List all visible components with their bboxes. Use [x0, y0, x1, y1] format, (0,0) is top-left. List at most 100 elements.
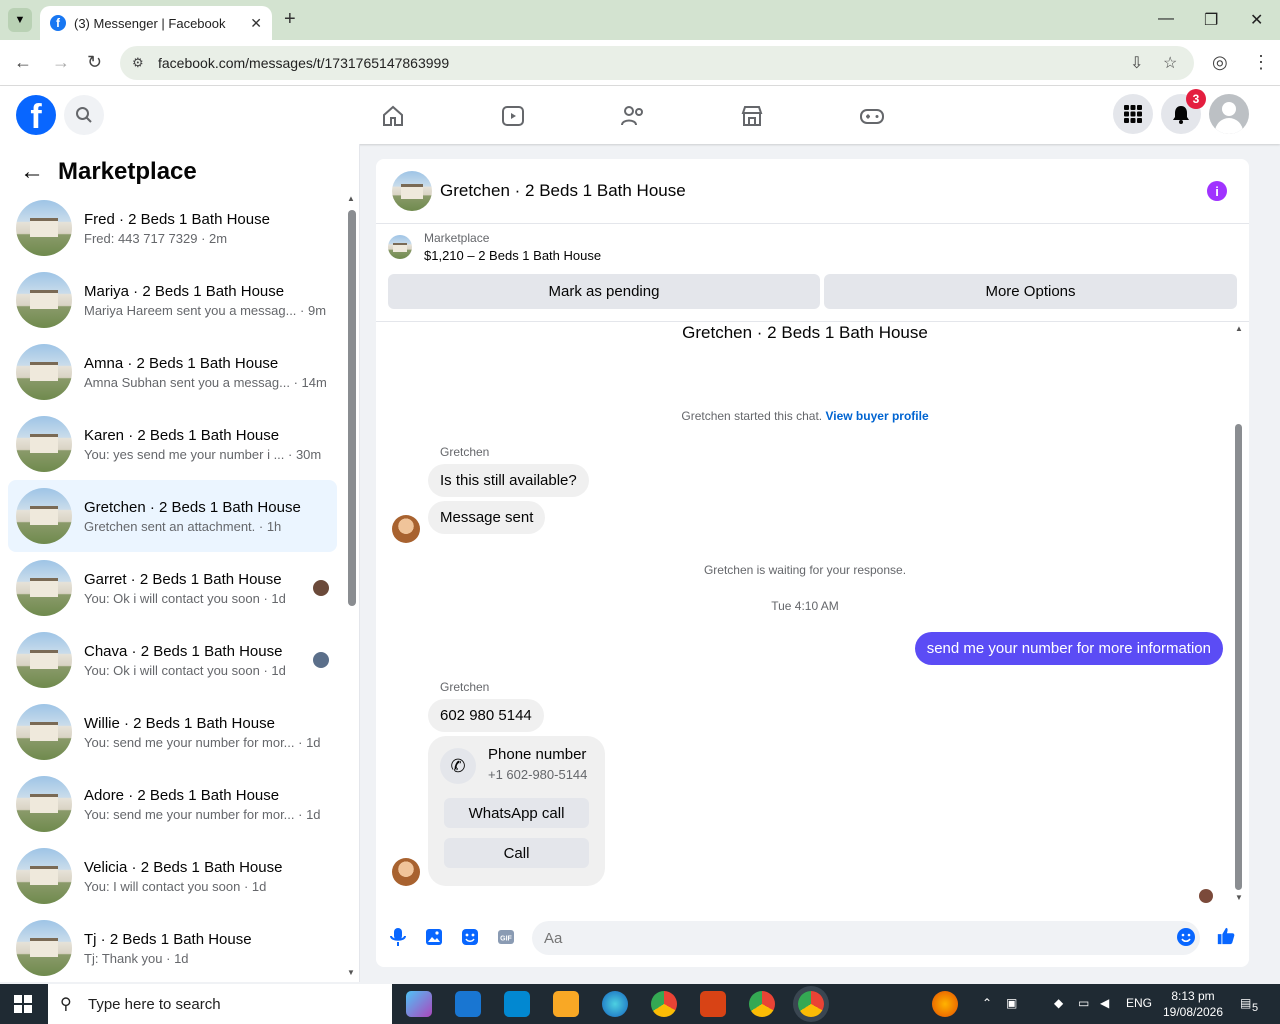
conversation-item[interactable]: Garret · 2 Beds 1 Bath House You: Ok i wi… — [8, 552, 337, 624]
app-icon[interactable] — [700, 991, 726, 1017]
conversation-item[interactable]: Chava · 2 Beds 1 Bath House You: Ok i wil… — [8, 624, 337, 696]
sidebar-scrollbar[interactable] — [348, 210, 356, 606]
nvidia-icon[interactable]: ◆ — [1054, 996, 1063, 1010]
tray-chevron-icon[interactable]: ⌃ — [982, 996, 992, 1010]
tab-search-button[interactable]: ▼ — [8, 8, 32, 32]
sticker-icon[interactable] — [460, 927, 480, 947]
outlook-icon[interactable] — [455, 991, 481, 1017]
search-button[interactable] — [64, 95, 104, 135]
volume-icon[interactable]: ◀ — [1100, 996, 1109, 1010]
mark-pending-button[interactable]: Mark as pending — [388, 274, 820, 309]
account-avatar[interactable] — [1209, 94, 1249, 134]
listing-avatar — [16, 272, 72, 328]
conversation-item[interactable]: Gretchen · 2 Beds 1 Bath House Gretchen s… — [8, 480, 337, 552]
incoming-message[interactable]: 602 980 5144 — [428, 699, 544, 732]
facebook-logo-icon[interactable]: f — [16, 95, 56, 135]
started-text: Gretchen started this chat. — [681, 409, 823, 423]
facebook-favicon-icon: f — [50, 15, 66, 31]
edge-icon[interactable] — [602, 991, 628, 1017]
video-icon[interactable] — [500, 103, 526, 129]
conversation-title: Gretchen · 2 Beds 1 Bath House — [682, 323, 928, 342]
listing-avatar — [16, 848, 72, 904]
info-icon[interactable]: i — [1207, 181, 1227, 201]
conversation-name: Velicia · 2 Beds 1 Bath House — [84, 858, 283, 876]
menu-grid-button[interactable] — [1113, 94, 1153, 134]
scroll-down-icon[interactable]: ▼ — [347, 968, 355, 977]
conversation-item[interactable]: Velicia · 2 Beds 1 Bath House You: I will… — [8, 840, 337, 912]
store-icon[interactable] — [504, 991, 530, 1017]
network-icon[interactable]: ▭ — [1078, 996, 1089, 1010]
copilot-icon[interactable] — [406, 991, 432, 1017]
marketplace-icon[interactable] — [739, 103, 765, 129]
tray-app-icon[interactable]: ▣ — [1006, 996, 1017, 1010]
waiting-notice: Gretchen is waiting for your response. — [703, 563, 907, 577]
friends-icon[interactable] — [620, 103, 646, 129]
forward-icon[interactable]: → — [52, 52, 70, 73]
home-icon[interactable] — [380, 103, 406, 129]
browser-tab[interactable]: f (3) Messenger | Facebook ✕ — [40, 6, 272, 40]
address-bar-row: ← → ↻ ⚙ facebook.com/messages/t/17317651… — [0, 40, 1280, 86]
divider — [376, 321, 1249, 322]
menu-kebab-icon[interactable]: ⋮ — [1252, 52, 1270, 73]
conversation-item[interactable]: Adore · 2 Beds 1 Bath House You: send me … — [8, 768, 337, 840]
conversation-item[interactable]: Willie · 2 Beds 1 Bath House You: send me… — [8, 696, 337, 768]
chrome-active-icon[interactable] — [798, 991, 824, 1017]
minimize-icon[interactable]: — — [1158, 10, 1174, 28]
scroll-up-icon[interactable]: ▲ — [347, 194, 355, 203]
view-buyer-profile-link[interactable]: View buyer profile — [825, 409, 928, 423]
notification-center-icon[interactable]: ▤ — [1240, 996, 1251, 1010]
close-tab-icon[interactable]: ✕ — [250, 15, 262, 32]
url-field[interactable]: ⚙ facebook.com/messages/t/17317651478639… — [120, 46, 1194, 80]
profile-icon[interactable]: ◎ — [1212, 52, 1228, 73]
conversation-item[interactable]: Amna · 2 Beds 1 Bath House Amna Subhan se… — [8, 336, 337, 408]
listing-thumbnail[interactable] — [392, 171, 432, 211]
back-icon[interactable]: ← — [14, 52, 32, 73]
reload-icon[interactable]: ↻ — [87, 52, 102, 73]
close-window-icon[interactable]: ✕ — [1250, 10, 1263, 30]
scroll-up-icon[interactable]: ▲ — [1235, 324, 1243, 333]
more-options-button[interactable]: More Options — [824, 274, 1237, 309]
windows-start-icon[interactable] — [14, 995, 32, 1013]
file-explorer-icon[interactable] — [553, 991, 579, 1017]
tab-title: (3) Messenger | Facebook — [74, 15, 226, 31]
install-app-icon[interactable]: ⇩ — [1130, 53, 1143, 73]
incoming-message[interactable]: Is this still available? — [428, 464, 589, 497]
message-input[interactable] — [532, 921, 1200, 955]
emoji-icon[interactable] — [1176, 927, 1196, 947]
browser-tab-strip: ▼ f (3) Messenger | Facebook ✕ + — ❐ ✕ — [0, 0, 1280, 40]
site-info-icon[interactable]: ⚙ — [132, 55, 144, 71]
taskbar-search[interactable]: ⚲ Type here to search — [48, 984, 392, 1024]
language-indicator[interactable]: ENG — [1126, 996, 1152, 1010]
listing-summary[interactable]: Marketplace $1,210 – 2 Beds 1 Bath House — [388, 231, 601, 263]
scroll-down-icon[interactable]: ▼ — [1235, 893, 1243, 902]
contact-avatar[interactable] — [392, 515, 420, 543]
outgoing-message[interactable]: send me your number for more information — [914, 632, 1223, 665]
conversation-item[interactable]: Tj · 2 Beds 1 Bath House Tj: Thank you · … — [8, 912, 337, 982]
chrome-icon[interactable] — [651, 991, 677, 1017]
microphone-icon[interactable] — [388, 927, 408, 947]
chat-panel: Gretchen · 2 Beds 1 Bath House i Marketp… — [376, 159, 1249, 967]
conversation-item[interactable]: Mariya · 2 Beds 1 Bath House Mariya Haree… — [8, 264, 337, 336]
conversation-name: Adore · 2 Beds 1 Bath House — [84, 786, 280, 804]
gaming-icon[interactable] — [859, 103, 885, 129]
contact-avatar[interactable] — [392, 858, 420, 886]
conversation-item[interactable]: Fred · 2 Beds 1 Bath House Fred: 443 717 … — [8, 192, 337, 264]
whatsapp-call-button[interactable]: WhatsApp call — [444, 798, 589, 828]
photo-icon[interactable] — [424, 927, 444, 947]
new-tab-button[interactable]: + — [284, 8, 296, 31]
chat-title[interactable]: Gretchen · 2 Beds 1 Bath House — [440, 181, 686, 201]
bookmark-star-icon[interactable]: ☆ — [1163, 53, 1177, 73]
gif-icon[interactable]: GIF — [496, 927, 516, 947]
incoming-message[interactable]: Message sent — [428, 501, 546, 534]
conversation-item[interactable]: Karen · 2 Beds 1 Bath House You: yes send… — [8, 408, 337, 480]
restore-icon[interactable]: ❐ — [1204, 10, 1218, 30]
chat-scrollbar[interactable] — [1235, 424, 1242, 890]
chrome-profile-icon[interactable] — [749, 991, 775, 1017]
call-button[interactable]: Call — [444, 838, 589, 868]
thumbs-up-icon[interactable] — [1216, 926, 1236, 946]
conversation-sidebar: ← Marketplace Fred · 2 Beds 1 Bath House… — [0, 144, 360, 982]
back-arrow-icon[interactable]: ← — [20, 158, 44, 186]
system-clock[interactable]: 8:13 pm 19/08/2026 — [1158, 988, 1228, 1020]
svg-text:GIF: GIF — [500, 936, 512, 943]
tray-app-icon[interactable] — [932, 991, 958, 1017]
